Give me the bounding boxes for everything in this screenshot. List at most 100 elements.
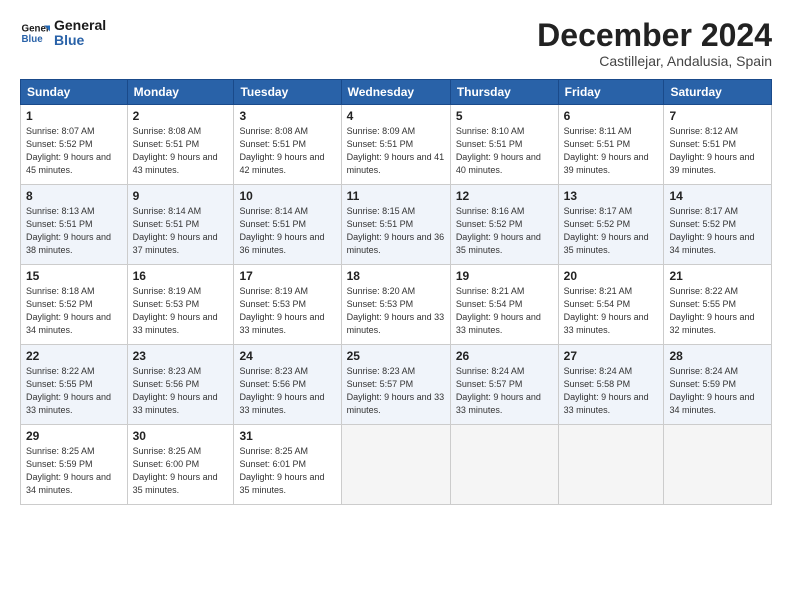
- calendar-cell: [664, 425, 772, 505]
- day-number: 30: [133, 429, 229, 443]
- calendar-cell: 14 Sunrise: 8:17 AMSunset: 5:52 PMDaylig…: [664, 185, 772, 265]
- day-info: Sunrise: 8:24 AMSunset: 5:59 PMDaylight:…: [669, 366, 754, 415]
- col-header-monday: Monday: [127, 80, 234, 105]
- day-number: 23: [133, 349, 229, 363]
- day-number: 19: [456, 269, 553, 283]
- day-info: Sunrise: 8:21 AMSunset: 5:54 PMDaylight:…: [456, 286, 541, 335]
- day-info: Sunrise: 8:23 AMSunset: 5:57 PMDaylight:…: [347, 366, 445, 415]
- day-info: Sunrise: 8:18 AMSunset: 5:52 PMDaylight:…: [26, 286, 111, 335]
- day-info: Sunrise: 8:17 AMSunset: 5:52 PMDaylight:…: [564, 206, 649, 255]
- col-header-thursday: Thursday: [450, 80, 558, 105]
- day-info: Sunrise: 8:16 AMSunset: 5:52 PMDaylight:…: [456, 206, 541, 255]
- day-info: Sunrise: 8:14 AMSunset: 5:51 PMDaylight:…: [239, 206, 324, 255]
- month-title: December 2024: [537, 18, 772, 53]
- logo-icon: General Blue: [20, 18, 50, 48]
- location: Castillejar, Andalusia, Spain: [537, 53, 772, 69]
- calendar-cell: 4 Sunrise: 8:09 AMSunset: 5:51 PMDayligh…: [341, 105, 450, 185]
- day-info: Sunrise: 8:19 AMSunset: 5:53 PMDaylight:…: [239, 286, 324, 335]
- day-info: Sunrise: 8:17 AMSunset: 5:52 PMDaylight:…: [669, 206, 754, 255]
- svg-text:Blue: Blue: [22, 34, 44, 45]
- week-row-1: 1 Sunrise: 8:07 AMSunset: 5:52 PMDayligh…: [21, 105, 772, 185]
- week-row-4: 22 Sunrise: 8:22 AMSunset: 5:55 PMDaylig…: [21, 345, 772, 425]
- day-number: 24: [239, 349, 335, 363]
- day-number: 11: [347, 189, 445, 203]
- calendar-cell: 22 Sunrise: 8:22 AMSunset: 5:55 PMDaylig…: [21, 345, 128, 425]
- week-row-5: 29 Sunrise: 8:25 AMSunset: 5:59 PMDaylig…: [21, 425, 772, 505]
- day-info: Sunrise: 8:10 AMSunset: 5:51 PMDaylight:…: [456, 126, 541, 175]
- calendar-cell: 12 Sunrise: 8:16 AMSunset: 5:52 PMDaylig…: [450, 185, 558, 265]
- calendar-cell: 25 Sunrise: 8:23 AMSunset: 5:57 PMDaylig…: [341, 345, 450, 425]
- day-info: Sunrise: 8:21 AMSunset: 5:54 PMDaylight:…: [564, 286, 649, 335]
- calendar-cell: [558, 425, 664, 505]
- day-number: 5: [456, 109, 553, 123]
- calendar-cell: 7 Sunrise: 8:12 AMSunset: 5:51 PMDayligh…: [664, 105, 772, 185]
- logo-general: General: [54, 18, 106, 33]
- day-info: Sunrise: 8:23 AMSunset: 5:56 PMDaylight:…: [239, 366, 324, 415]
- logo: General Blue General Blue: [20, 18, 106, 49]
- day-number: 29: [26, 429, 122, 443]
- week-row-3: 15 Sunrise: 8:18 AMSunset: 5:52 PMDaylig…: [21, 265, 772, 345]
- calendar-cell: 28 Sunrise: 8:24 AMSunset: 5:59 PMDaylig…: [664, 345, 772, 425]
- day-number: 25: [347, 349, 445, 363]
- day-info: Sunrise: 8:09 AMSunset: 5:51 PMDaylight:…: [347, 126, 445, 175]
- calendar-table: SundayMondayTuesdayWednesdayThursdayFrid…: [20, 79, 772, 505]
- title-block: December 2024 Castillejar, Andalusia, Sp…: [537, 18, 772, 69]
- day-info: Sunrise: 8:07 AMSunset: 5:52 PMDaylight:…: [26, 126, 111, 175]
- calendar-cell: 13 Sunrise: 8:17 AMSunset: 5:52 PMDaylig…: [558, 185, 664, 265]
- day-number: 13: [564, 189, 659, 203]
- day-info: Sunrise: 8:12 AMSunset: 5:51 PMDaylight:…: [669, 126, 754, 175]
- day-info: Sunrise: 8:25 AMSunset: 6:01 PMDaylight:…: [239, 446, 324, 495]
- calendar-cell: 3 Sunrise: 8:08 AMSunset: 5:51 PMDayligh…: [234, 105, 341, 185]
- calendar-cell: 20 Sunrise: 8:21 AMSunset: 5:54 PMDaylig…: [558, 265, 664, 345]
- day-number: 31: [239, 429, 335, 443]
- week-row-2: 8 Sunrise: 8:13 AMSunset: 5:51 PMDayligh…: [21, 185, 772, 265]
- day-number: 27: [564, 349, 659, 363]
- logo-blue: Blue: [54, 33, 106, 48]
- day-number: 8: [26, 189, 122, 203]
- day-info: Sunrise: 8:20 AMSunset: 5:53 PMDaylight:…: [347, 286, 445, 335]
- day-number: 26: [456, 349, 553, 363]
- calendar-cell: 2 Sunrise: 8:08 AMSunset: 5:51 PMDayligh…: [127, 105, 234, 185]
- day-info: Sunrise: 8:24 AMSunset: 5:58 PMDaylight:…: [564, 366, 649, 415]
- day-number: 6: [564, 109, 659, 123]
- calendar-cell: [341, 425, 450, 505]
- day-number: 17: [239, 269, 335, 283]
- day-number: 18: [347, 269, 445, 283]
- day-number: 22: [26, 349, 122, 363]
- calendar-cell: 18 Sunrise: 8:20 AMSunset: 5:53 PMDaylig…: [341, 265, 450, 345]
- calendar-cell: 15 Sunrise: 8:18 AMSunset: 5:52 PMDaylig…: [21, 265, 128, 345]
- col-header-wednesday: Wednesday: [341, 80, 450, 105]
- day-info: Sunrise: 8:22 AMSunset: 5:55 PMDaylight:…: [669, 286, 754, 335]
- calendar-cell: 23 Sunrise: 8:23 AMSunset: 5:56 PMDaylig…: [127, 345, 234, 425]
- day-info: Sunrise: 8:11 AMSunset: 5:51 PMDaylight:…: [564, 126, 649, 175]
- day-number: 10: [239, 189, 335, 203]
- day-info: Sunrise: 8:08 AMSunset: 5:51 PMDaylight:…: [133, 126, 218, 175]
- day-info: Sunrise: 8:24 AMSunset: 5:57 PMDaylight:…: [456, 366, 541, 415]
- calendar-cell: 5 Sunrise: 8:10 AMSunset: 5:51 PMDayligh…: [450, 105, 558, 185]
- page: General Blue General Blue December 2024 …: [0, 0, 792, 612]
- calendar-cell: [450, 425, 558, 505]
- calendar-cell: 1 Sunrise: 8:07 AMSunset: 5:52 PMDayligh…: [21, 105, 128, 185]
- col-header-saturday: Saturday: [664, 80, 772, 105]
- day-number: 21: [669, 269, 766, 283]
- calendar-cell: 30 Sunrise: 8:25 AMSunset: 6:00 PMDaylig…: [127, 425, 234, 505]
- col-header-friday: Friday: [558, 80, 664, 105]
- day-number: 1: [26, 109, 122, 123]
- col-header-sunday: Sunday: [21, 80, 128, 105]
- day-number: 9: [133, 189, 229, 203]
- day-info: Sunrise: 8:15 AMSunset: 5:51 PMDaylight:…: [347, 206, 445, 255]
- day-info: Sunrise: 8:25 AMSunset: 6:00 PMDaylight:…: [133, 446, 218, 495]
- day-info: Sunrise: 8:14 AMSunset: 5:51 PMDaylight:…: [133, 206, 218, 255]
- calendar-cell: 26 Sunrise: 8:24 AMSunset: 5:57 PMDaylig…: [450, 345, 558, 425]
- day-info: Sunrise: 8:19 AMSunset: 5:53 PMDaylight:…: [133, 286, 218, 335]
- header: General Blue General Blue December 2024 …: [20, 18, 772, 69]
- day-number: 12: [456, 189, 553, 203]
- day-info: Sunrise: 8:13 AMSunset: 5:51 PMDaylight:…: [26, 206, 111, 255]
- day-number: 15: [26, 269, 122, 283]
- day-number: 2: [133, 109, 229, 123]
- day-info: Sunrise: 8:23 AMSunset: 5:56 PMDaylight:…: [133, 366, 218, 415]
- calendar-cell: 21 Sunrise: 8:22 AMSunset: 5:55 PMDaylig…: [664, 265, 772, 345]
- calendar-cell: 6 Sunrise: 8:11 AMSunset: 5:51 PMDayligh…: [558, 105, 664, 185]
- calendar-cell: 27 Sunrise: 8:24 AMSunset: 5:58 PMDaylig…: [558, 345, 664, 425]
- svg-text:General: General: [22, 24, 51, 35]
